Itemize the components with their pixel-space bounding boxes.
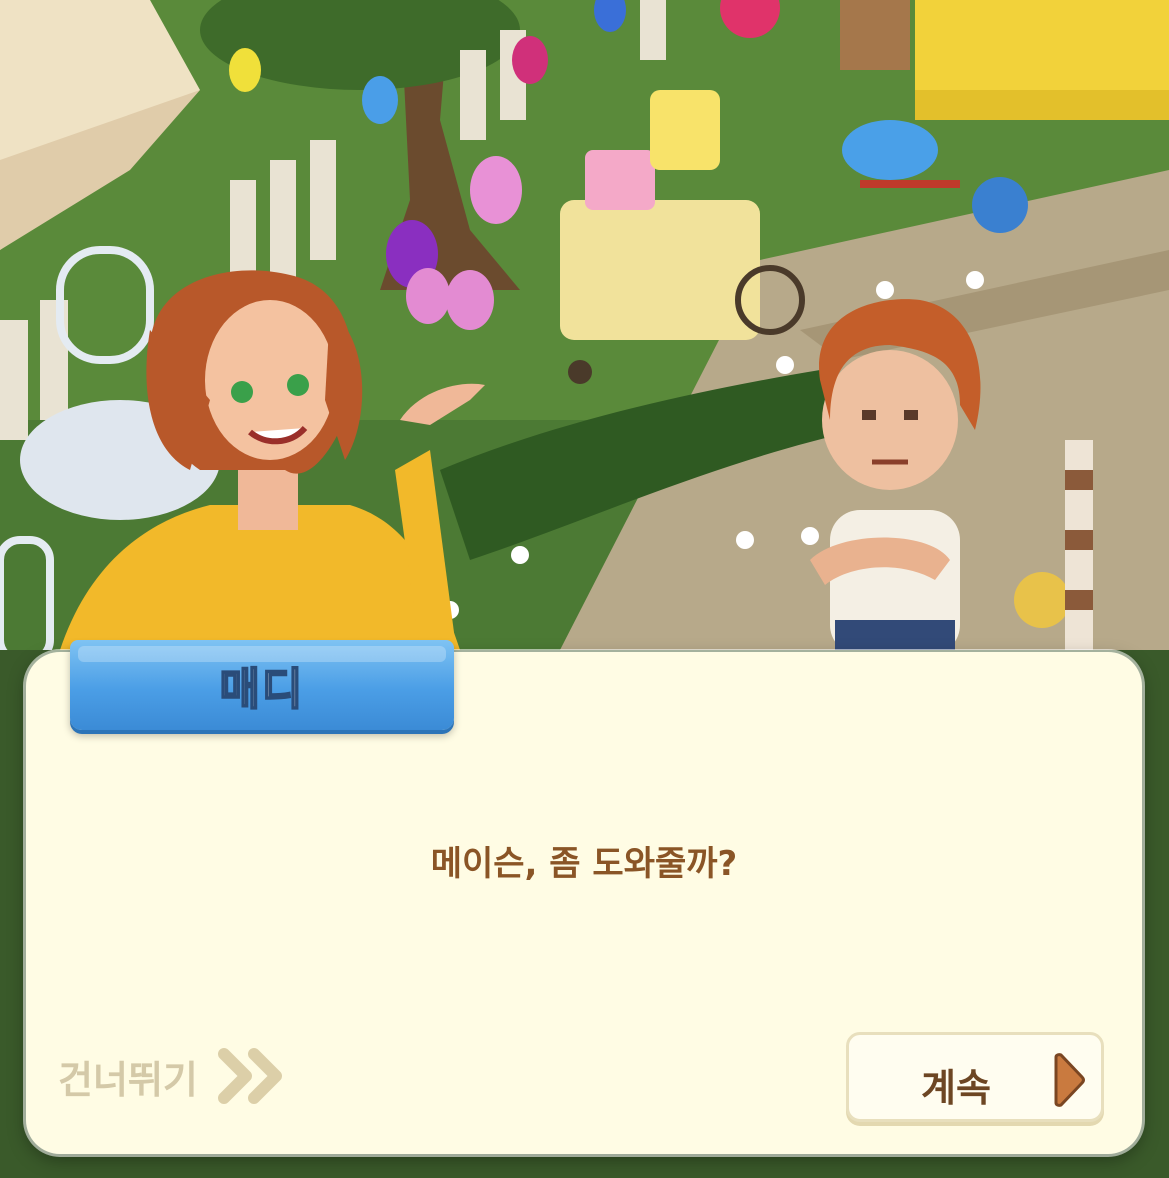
speaker-name: 매디	[219, 663, 305, 716]
skip-button[interactable]: 건너뛰기	[58, 1046, 284, 1106]
speaker-name-tag: 매디	[70, 640, 454, 730]
dialog-message: 메이슨, 좀 도와줄까?	[430, 844, 738, 884]
double-chevron-right-icon	[217, 1048, 284, 1104]
play-arrow-icon	[1051, 1053, 1085, 1111]
continue-button[interactable]: 계속	[846, 1032, 1104, 1122]
skip-label: 건너뛰기	[58, 1057, 198, 1102]
continue-label: 계속	[921, 1066, 991, 1110]
